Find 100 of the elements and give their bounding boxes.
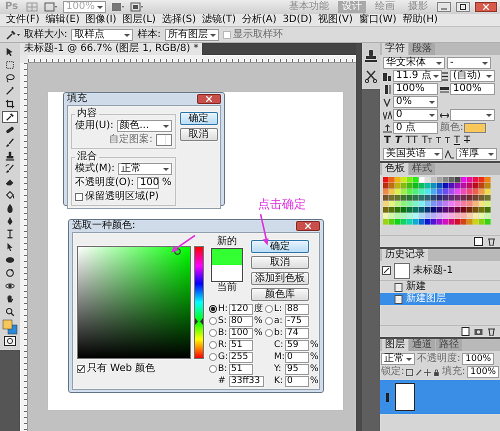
dialog-button[interactable]: 确定 <box>251 240 309 253</box>
panel-tab[interactable]: 字符 <box>382 43 408 55</box>
tracking-dropdown[interactable] <box>450 109 495 121</box>
stamp-icon[interactable] <box>364 49 378 63</box>
document-tab[interactable]: 未标题-1 @ 66.7% (图层 1, RGB/8) * <box>20 43 202 55</box>
leading-dropdown[interactable]: (自动) <box>450 70 495 82</box>
quick-mask-icon[interactable] <box>4 336 16 346</box>
hue-slider[interactable] <box>194 246 204 359</box>
panel-tab[interactable]: 图层 <box>382 339 408 351</box>
panel-tab[interactable]: 路径 <box>436 339 462 351</box>
radio-button[interactable] <box>209 305 217 313</box>
menu-item[interactable]: 图层(L) <box>119 14 159 26</box>
menu-item[interactable]: 滤镜(T) <box>198 14 239 26</box>
value-field[interactable]: 59 <box>285 340 309 350</box>
sample-dropdown[interactable]: 所有图层 <box>164 28 219 40</box>
value-field[interactable]: 100 <box>229 328 253 338</box>
menu-item[interactable]: 选择(S) <box>158 14 199 26</box>
hex-field[interactable]: 33ff33 <box>229 376 264 386</box>
dialog-button[interactable]: 颜色库 <box>251 288 309 301</box>
value-field[interactable]: 80 <box>229 316 253 326</box>
menu-item[interactable]: 编辑(E) <box>42 14 83 26</box>
text-style-button[interactable]: T <box>435 136 442 146</box>
value-field[interactable]: 0 <box>285 376 309 386</box>
trash-icon[interactable] <box>487 237 496 246</box>
minimize-button[interactable] <box>437 2 451 12</box>
radio-button[interactable] <box>209 353 217 361</box>
hue-slider-handle[interactable] <box>195 318 203 326</box>
radio-button[interactable] <box>265 305 273 313</box>
lock-icon[interactable] <box>433 368 440 376</box>
sample-size-dropdown[interactable]: 取样点 <box>71 28 134 40</box>
web-only-checkbox[interactable]: 只有 Web 颜色 <box>77 363 191 375</box>
text-style-button[interactable]: T <box>394 136 403 146</box>
maximize-button[interactable] <box>456 2 470 12</box>
language-dropdown[interactable]: 美国英语 <box>383 148 443 160</box>
panel-tab[interactable]: 色板 <box>382 163 408 175</box>
radio-button[interactable] <box>265 317 273 325</box>
value-field[interactable]: 255 <box>229 352 253 362</box>
swatch-grid-drawing[interactable] <box>383 177 491 225</box>
panel-tab[interactable]: 段落 <box>409 43 435 55</box>
text-style-button[interactable]: T <box>452 136 461 146</box>
opacity-field[interactable]: 100 <box>137 177 160 189</box>
close-button[interactable] <box>296 221 320 231</box>
snapshot-label[interactable]: 未标题-1 <box>413 264 453 276</box>
mode-dropdown[interactable]: 正常 <box>118 163 172 175</box>
panel-tab[interactable]: 通道 <box>409 339 435 351</box>
vertical-scale-field[interactable]: 100% <box>393 83 438 95</box>
eyedropper-tool[interactable] <box>2 111 18 123</box>
radio-button[interactable] <box>209 329 217 337</box>
text-color-swatch[interactable] <box>464 123 486 133</box>
radio-button[interactable] <box>209 365 217 373</box>
color-field[interactable] <box>77 246 191 359</box>
scissors-icon[interactable] <box>364 69 378 83</box>
radio-button[interactable] <box>209 341 217 349</box>
close-button[interactable] <box>475 2 497 12</box>
new-swatch-icon[interactable] <box>474 237 483 246</box>
value-field[interactable]: -75 <box>285 316 309 326</box>
lock-transparency-icon[interactable] <box>406 368 414 376</box>
close-button[interactable] <box>197 94 221 104</box>
text-style-button[interactable]: T <box>462 136 472 146</box>
menu-item[interactable]: 帮助(H) <box>400 14 441 26</box>
history-item[interactable]: 新建 <box>380 281 500 293</box>
text-style-button[interactable]: Tt <box>420 136 434 146</box>
value-field[interactable]: 88 <box>285 304 309 314</box>
font-style-dropdown[interactable]: - <box>447 57 491 69</box>
blend-mode-dropdown[interactable]: 正常 <box>381 353 415 365</box>
value-field[interactable]: 120 <box>229 304 253 314</box>
text-style-button[interactable]: T <box>383 136 392 146</box>
trash-icon[interactable] <box>487 327 496 336</box>
kerning-dropdown[interactable]: 0 <box>393 109 438 121</box>
value-field[interactable]: 51 <box>229 364 253 374</box>
menu-item[interactable]: 文件(F) <box>3 14 43 26</box>
dialog-button[interactable]: 取消 <box>251 256 309 269</box>
text-style-button[interactable]: TT <box>404 136 419 146</box>
menu-item[interactable]: 图像(I) <box>82 14 120 26</box>
screen-mode-icon[interactable] <box>130 2 144 12</box>
value-field[interactable]: 74 <box>285 328 309 338</box>
screen-icon[interactable] <box>44 2 58 12</box>
value-field[interactable]: 51 <box>229 340 253 350</box>
color-marker-icon[interactable] <box>174 248 181 255</box>
font-family-dropdown[interactable]: 华文宋体 <box>383 57 445 69</box>
radio-button[interactable] <box>209 317 217 325</box>
opacity-field[interactable]: 100% <box>462 353 494 365</box>
dialog-button[interactable]: 取消 <box>180 128 218 141</box>
tracking-ratio-dropdown[interactable]: 0% <box>393 96 438 108</box>
pattern-picker[interactable] <box>156 134 172 146</box>
layer-row[interactable] <box>380 380 500 414</box>
color-swatches-icon[interactable] <box>2 319 18 335</box>
layout-icon[interactable] <box>110 2 125 12</box>
menu-item[interactable]: 视图(V) <box>315 14 356 26</box>
dialog-button[interactable]: 添加到色板 <box>251 272 309 285</box>
new-document-icon[interactable] <box>461 327 470 336</box>
use-dropdown[interactable]: 颜色... <box>116 120 172 132</box>
menu-item[interactable]: 分析(A) <box>238 14 280 26</box>
text-style-button[interactable]: T <box>444 136 451 146</box>
value-field[interactable]: 95 <box>285 364 309 374</box>
menu-item[interactable]: 3D(D) <box>280 14 316 26</box>
camera-icon[interactable] <box>474 327 483 336</box>
fill-field[interactable]: 100% <box>467 366 499 378</box>
eyedropper-icon[interactable] <box>6 29 20 40</box>
menu-item[interactable]: 窗口(W) <box>356 14 400 26</box>
